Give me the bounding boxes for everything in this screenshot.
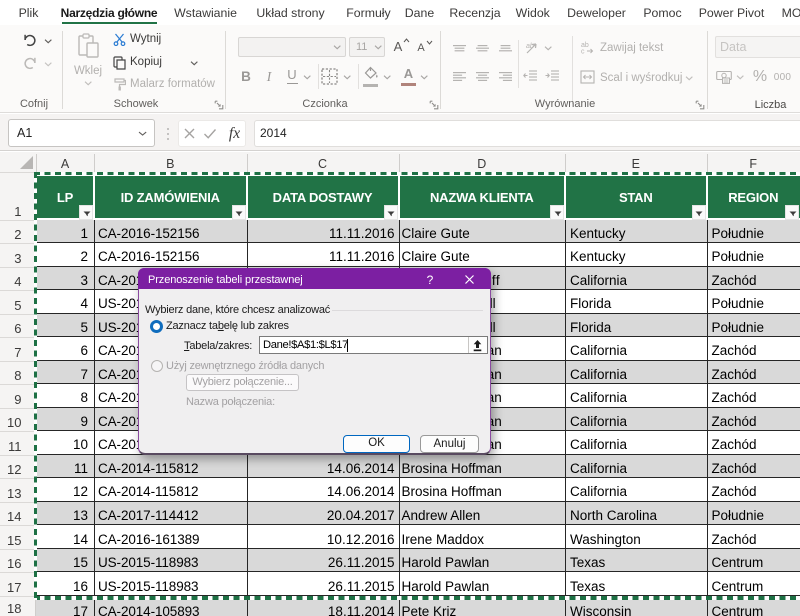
svg-text:ab: ab xyxy=(526,43,534,50)
svg-text:c: c xyxy=(581,49,585,55)
